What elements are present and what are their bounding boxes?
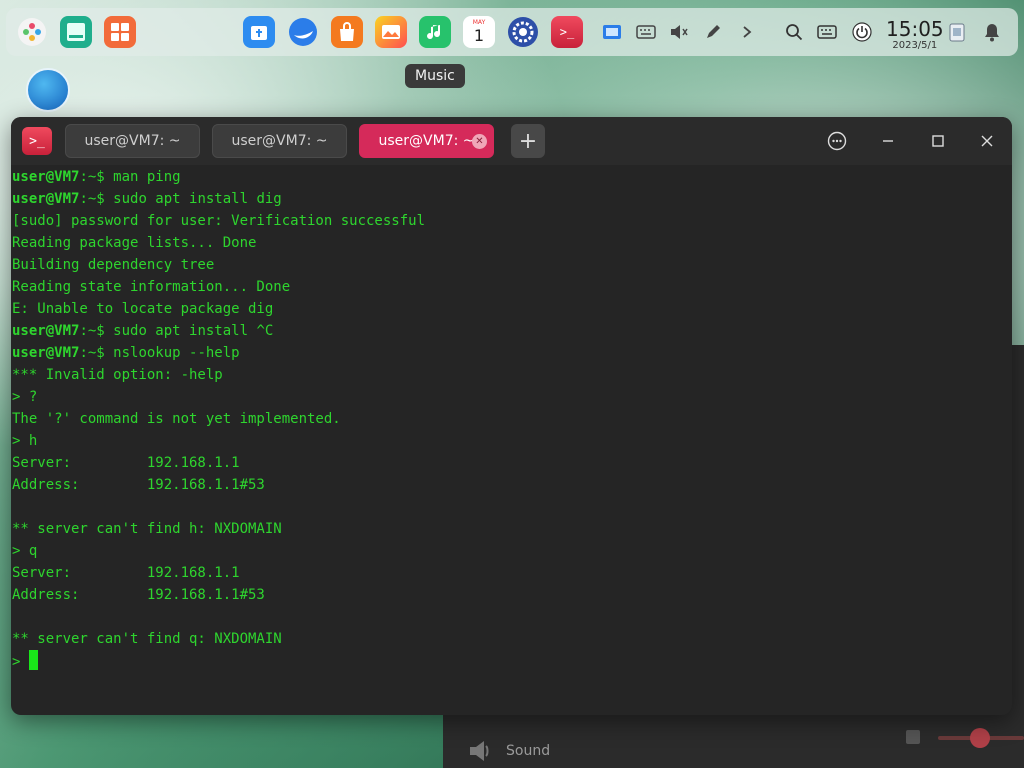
mute-icon bbox=[906, 730, 920, 744]
store-bag-icon[interactable] bbox=[331, 16, 363, 48]
input-prompt: > bbox=[12, 654, 29, 670]
terminal-icon[interactable]: >_ bbox=[551, 16, 583, 48]
prompt-path: :~$ bbox=[79, 191, 114, 207]
prompt-path: :~$ bbox=[79, 169, 114, 185]
volume-slider[interactable] bbox=[900, 722, 1024, 752]
music-icon[interactable] bbox=[419, 16, 451, 48]
screenshot-icon[interactable] bbox=[601, 21, 623, 43]
terminal-output-line: ** server can't find h: NXDOMAIN bbox=[12, 521, 282, 537]
prompt-user: user@VM7 bbox=[12, 169, 80, 185]
calendar-icon[interactable]: MAY 1 bbox=[463, 16, 495, 48]
calendar-day: 1 bbox=[473, 26, 485, 45]
tab-3-active[interactable]: user@VM7: ~ ✕ bbox=[359, 124, 494, 158]
settings-icon[interactable] bbox=[507, 16, 539, 48]
prompt-user: user@VM7 bbox=[12, 323, 80, 339]
terminal-prompt-line: user@VM7:~$ sudo apt install dig bbox=[12, 188, 1002, 210]
close-icon[interactable] bbox=[975, 129, 999, 153]
clock-time: 15:05 bbox=[886, 17, 944, 41]
file-manager-icon[interactable] bbox=[60, 16, 92, 48]
notification-icon[interactable] bbox=[981, 21, 1003, 43]
sound-label: Sound bbox=[506, 743, 551, 759]
browser-icon[interactable] bbox=[287, 16, 319, 48]
terminal-output-line: [sudo] password for user: Verification s… bbox=[12, 213, 426, 229]
terminal-output-line: Reading state information... Done bbox=[12, 279, 291, 295]
prompt-command: sudo apt install ^C bbox=[113, 323, 274, 339]
close-tab-icon[interactable]: ✕ bbox=[472, 134, 487, 149]
tab-label: user@VM7: ~ bbox=[378, 133, 475, 149]
more-options-icon[interactable] bbox=[825, 129, 849, 153]
app-store-icon[interactable] bbox=[243, 16, 275, 48]
multitask-icon[interactable] bbox=[104, 16, 136, 48]
image-viewer-icon[interactable] bbox=[375, 16, 407, 48]
text-cursor bbox=[28, 650, 38, 670]
onscreen-keyboard-icon[interactable] bbox=[816, 21, 838, 43]
terminal-output[interactable]: user@VM7:~$ man ping user@VM7:~$ sudo apt… bbox=[12, 166, 1002, 672]
prompt-user: user@VM7 bbox=[12, 345, 80, 361]
terminal-prompt-line: user@VM7:~$ sudo apt install ^C bbox=[12, 320, 1002, 342]
terminal-app-icon: >_ bbox=[22, 127, 52, 155]
terminal-output-line: Server: 192.168.1.1 bbox=[12, 565, 240, 581]
terminal-output-line: ** server can't find q: NXDOMAIN bbox=[12, 631, 282, 647]
search-icon[interactable] bbox=[783, 21, 805, 43]
terminal-input-line[interactable]: > bbox=[12, 650, 1002, 672]
terminal-output-line: > q bbox=[12, 543, 38, 559]
pen-icon[interactable] bbox=[702, 21, 724, 43]
terminal-prompt-line: user@VM7:~$ nslookup --help bbox=[12, 342, 1002, 364]
volume-knob[interactable] bbox=[970, 728, 990, 748]
launcher-icon[interactable] bbox=[16, 16, 48, 48]
maximize-icon[interactable] bbox=[926, 129, 950, 153]
terminal-output-line: The '?' command is not yet implemented. bbox=[12, 411, 341, 427]
prompt-command: nslookup --help bbox=[113, 345, 240, 361]
prompt-command: man ping bbox=[113, 169, 181, 185]
dock: MAY 1 >_ 15:05 2023/5/1 bbox=[6, 8, 1018, 56]
speaker-icon bbox=[470, 741, 489, 761]
terminal-output-line: Building dependency tree bbox=[12, 257, 215, 273]
terminal-output-line: > h bbox=[12, 433, 38, 449]
terminal-output-line: Server: 192.168.1.1 bbox=[12, 455, 240, 471]
terminal-output-line: *** Invalid option: -help bbox=[12, 367, 223, 383]
terminal-output-line: Address: 192.168.1.1#53 bbox=[12, 477, 265, 493]
minimize-icon[interactable] bbox=[876, 129, 900, 153]
trash-icon[interactable] bbox=[946, 21, 968, 43]
terminal-output-line: E: Unable to locate package dig bbox=[12, 301, 274, 317]
dock-tooltip: Music bbox=[405, 64, 465, 88]
prompt-path: :~$ bbox=[79, 345, 114, 361]
prompt-path: :~$ bbox=[79, 323, 114, 339]
terminal-output-line: Address: 192.168.1.1#53 bbox=[12, 587, 265, 603]
terminal-output-line: Reading package lists... Done bbox=[12, 235, 257, 251]
prompt-user: user@VM7 bbox=[12, 191, 80, 207]
clock-date: 2023/5/1 bbox=[892, 40, 938, 51]
power-icon[interactable] bbox=[851, 21, 873, 43]
tab-1[interactable]: user@VM7: ~ bbox=[65, 124, 200, 158]
clock[interactable]: 15:05 2023/5/1 bbox=[886, 18, 944, 52]
tab-label: user@VM7: ~ bbox=[231, 133, 328, 149]
sound-setting-row[interactable]: Sound bbox=[466, 737, 550, 765]
terminal-titlebar[interactable]: >_ user@VM7: ~ user@VM7: ~ user@VM7: ~ ✕… bbox=[11, 117, 1012, 165]
chevron-right-icon[interactable] bbox=[736, 21, 758, 43]
volume-icon[interactable] bbox=[668, 21, 690, 43]
terminal-window: >_ user@VM7: ~ user@VM7: ~ user@VM7: ~ ✕… bbox=[11, 117, 1012, 715]
desktop-app-icon[interactable] bbox=[26, 68, 70, 112]
tab-2[interactable]: user@VM7: ~ bbox=[212, 124, 347, 158]
tab-label: user@VM7: ~ bbox=[84, 133, 181, 149]
keyboard-layout-icon[interactable] bbox=[635, 21, 657, 43]
prompt-command: sudo apt install dig bbox=[113, 191, 282, 207]
terminal-output-line: > ? bbox=[12, 389, 38, 405]
new-tab-button[interactable]: + bbox=[511, 124, 545, 158]
terminal-prompt-line: user@VM7:~$ man ping bbox=[12, 166, 1002, 188]
